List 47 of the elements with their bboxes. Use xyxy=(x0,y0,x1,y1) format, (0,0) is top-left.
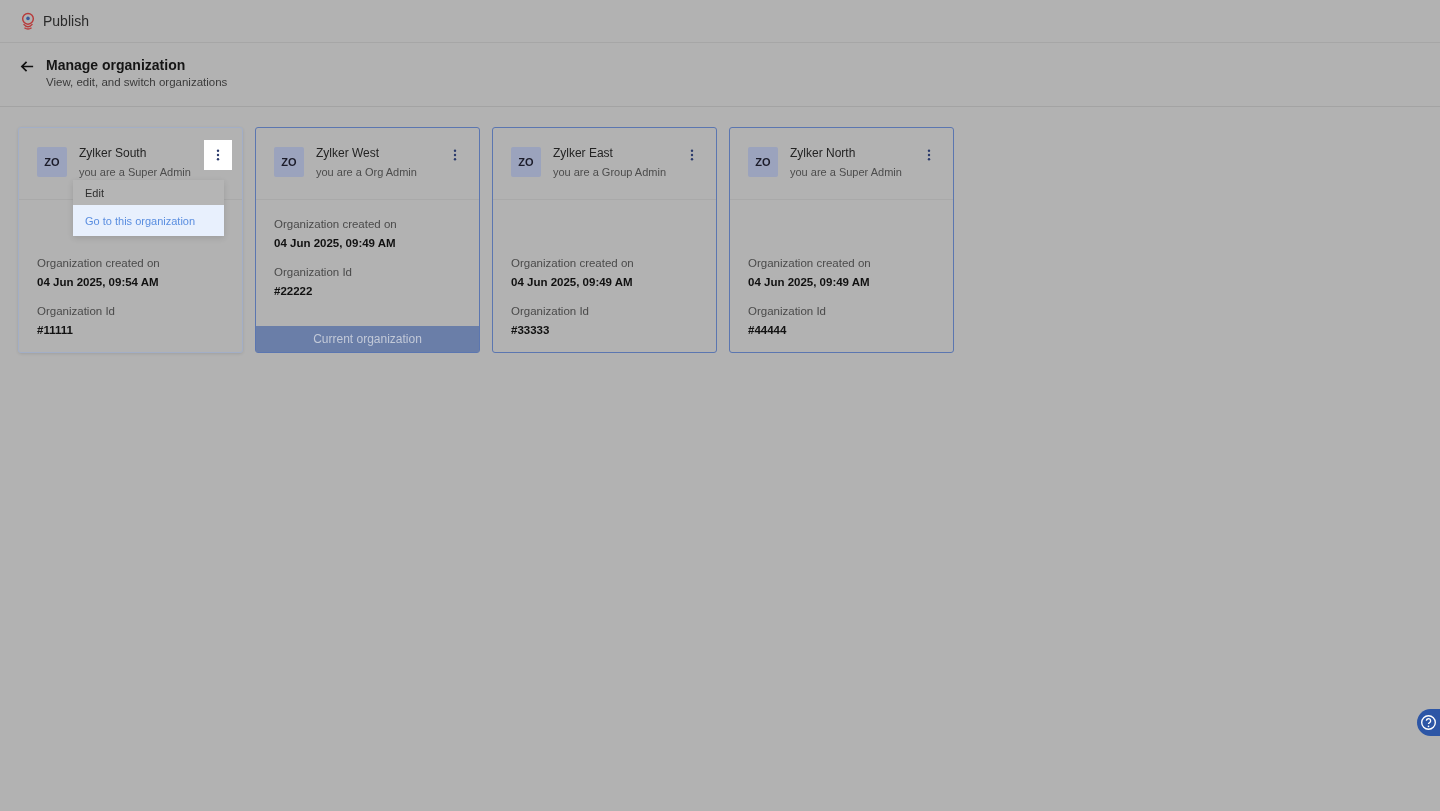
organization-name: Zylker West xyxy=(316,146,381,160)
organization-name: Zylker East xyxy=(552,146,614,160)
organization-card[interactable]: ZO Zylker South you are a Super Admin Edit Go to this organization Organization created on 04 Jun 2025, 09:54 AM Organization Id #11111 xyxy=(18,127,243,353)
organization-card[interactable]: ZO Zylker West you are a Org Admin Organization created on 04 Jun 2025, 09:49 AM Organization Id #22222 Current organization xyxy=(255,127,480,353)
more-icon xyxy=(453,149,457,161)
organization-avatar: ZO xyxy=(274,147,304,177)
field-value: #44444 xyxy=(748,324,788,336)
field-label: Organization created on xyxy=(37,257,161,269)
field-value: #11111 xyxy=(37,324,74,336)
organization-card[interactable]: ZO Zylker East you are a Group Admin Organization created on 04 Jun 2025, 09:49 AM Organization Id #33333 xyxy=(492,127,717,353)
back-button[interactable] xyxy=(20,59,35,74)
organization-name: Zylker South xyxy=(79,146,148,160)
more-icon xyxy=(216,149,220,161)
field-label: Organization created on xyxy=(274,218,398,230)
back-arrow-icon xyxy=(20,59,35,74)
current-organization-banner: Current organization xyxy=(256,326,479,352)
field-label: Organization Id xyxy=(274,266,353,278)
help-button[interactable] xyxy=(1417,709,1440,736)
organization-role: you are a Super Admin xyxy=(790,166,903,178)
field-value: 04 Jun 2025, 09:49 AM xyxy=(511,276,634,288)
organization-avatar: ZO xyxy=(37,147,67,177)
organization-avatar: ZO xyxy=(511,147,541,177)
field-label: Organization Id xyxy=(748,305,827,317)
more-icon xyxy=(690,149,694,161)
help-icon xyxy=(1420,714,1437,731)
field-value: #22222 xyxy=(274,285,314,297)
page-subtitle: View, edit, and switch organizations xyxy=(46,76,228,88)
field-value: 04 Jun 2025, 09:49 AM xyxy=(274,237,397,249)
logo-icon xyxy=(20,11,36,31)
organization-card[interactable]: ZO Zylker North you are a Super Admin Organization created on 04 Jun 2025, 09:49 AM Organization Id #44444 xyxy=(729,127,954,353)
field-label: Organization Id xyxy=(37,305,116,317)
organization-role: you are a Super Admin xyxy=(79,166,192,178)
organization-avatar: ZO xyxy=(748,147,778,177)
field-value: 04 Jun 2025, 09:54 AM xyxy=(37,276,160,288)
organization-role: you are a Group Admin xyxy=(552,166,667,178)
organization-role: you are a Org Admin xyxy=(316,166,418,178)
more-icon xyxy=(927,149,931,161)
field-label: Organization Id xyxy=(511,305,590,317)
field-label: Organization created on xyxy=(511,257,635,269)
menu-item[interactable]: Edit xyxy=(73,181,224,205)
field-label: Organization created on xyxy=(748,257,872,269)
app-title: Publish xyxy=(43,13,89,29)
organization-name: Zylker North xyxy=(790,146,857,160)
page-title: Manage organization xyxy=(46,57,187,73)
field-value: 04 Jun 2025, 09:49 AM xyxy=(748,276,871,288)
more-options-button[interactable] xyxy=(204,140,232,170)
field-value: #33333 xyxy=(511,324,551,336)
